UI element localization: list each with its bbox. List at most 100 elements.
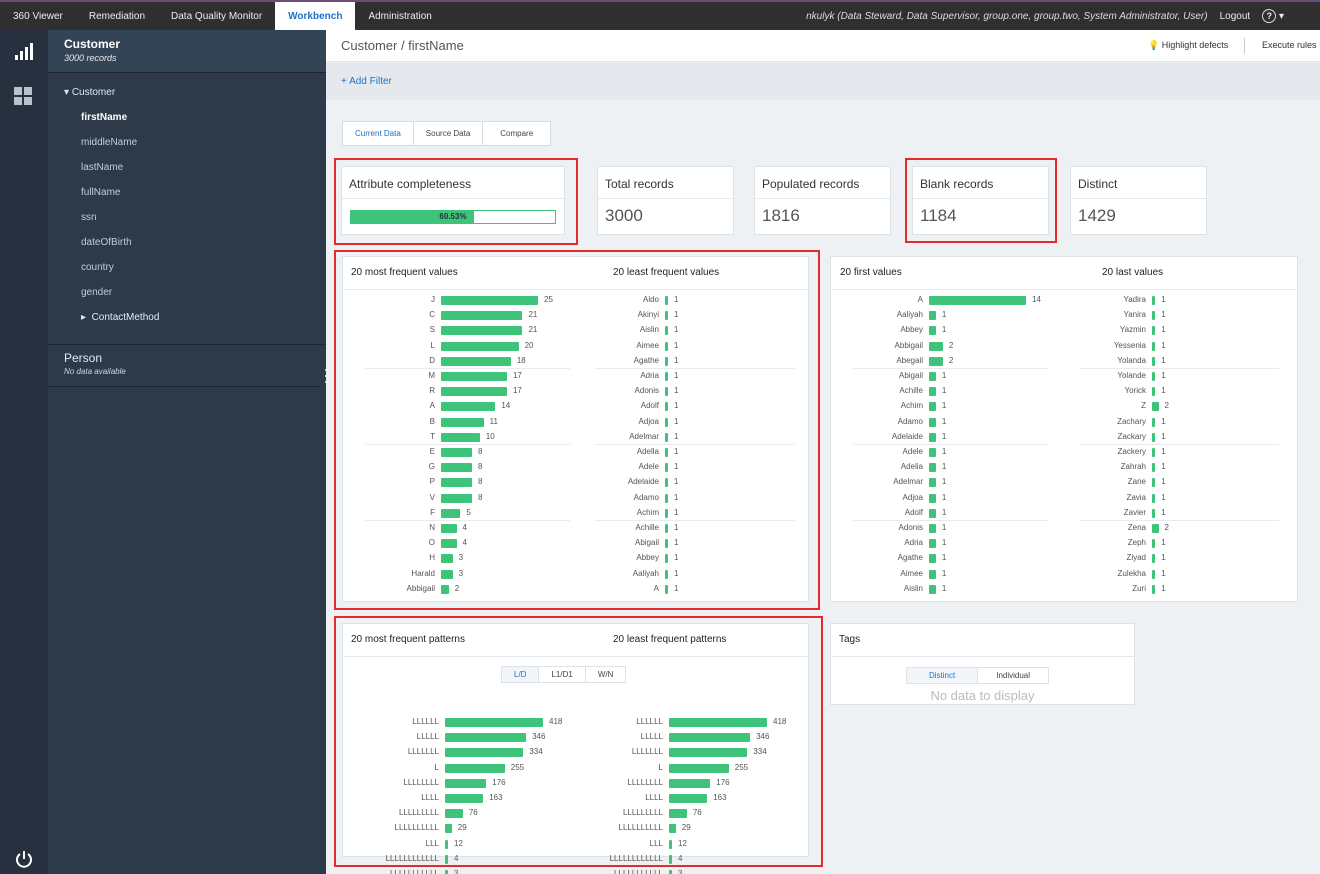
item-label: Agathe xyxy=(897,553,923,563)
list-item[interactable]: LLLLLLLLLLL 3 xyxy=(563,867,682,874)
item-label: Aaliyah xyxy=(896,310,923,320)
item-count: 1 xyxy=(1161,416,1166,426)
list-item[interactable]: Zackery 1 xyxy=(1071,445,1166,460)
execute-rules-button[interactable]: Execute rules xyxy=(1262,40,1317,50)
list-item[interactable]: Adolf 1 xyxy=(831,506,946,521)
tree-item-ssn[interactable]: ssn xyxy=(48,210,326,235)
list-item[interactable]: Zeph 1 xyxy=(1071,536,1166,551)
tree-root-customer[interactable]: ▾ Customer xyxy=(48,85,326,110)
list-item[interactable]: Adelmar 1 xyxy=(831,475,946,490)
tree-item-gender[interactable]: gender xyxy=(48,285,326,310)
list-item[interactable]: Abbigail 2 xyxy=(831,339,953,354)
item-label: Aimee xyxy=(900,568,923,578)
tree-item-lastname[interactable]: lastName xyxy=(48,160,326,185)
nav-workbench[interactable]: Workbench xyxy=(275,2,356,30)
breadcrumb: Customer / firstName xyxy=(341,38,464,53)
add-filter-button[interactable]: + Add Filter xyxy=(341,76,392,87)
chart-icon[interactable] xyxy=(14,42,34,62)
item-count: 3 xyxy=(678,869,683,874)
item-count: 1 xyxy=(1161,568,1166,578)
list-item[interactable]: Adonis 1 xyxy=(831,521,946,536)
entity-header[interactable]: Customer 3000 records xyxy=(48,30,326,73)
list-item[interactable]: Adamo 1 xyxy=(831,415,946,430)
list-item[interactable]: Adria 1 xyxy=(831,536,946,551)
highlight-defects-button[interactable]: 💡 Highlight defects xyxy=(1148,40,1228,51)
top-navigation-bar: 360 Viewer Remediation Data Quality Moni… xyxy=(0,0,1320,30)
item-count: 1 xyxy=(941,568,947,578)
list-item[interactable]: Yolanda 1 xyxy=(1071,354,1166,369)
list-item[interactable]: Adelia 1 xyxy=(831,460,946,475)
item-count: 1 xyxy=(941,492,947,502)
item-label: Adamo xyxy=(897,416,923,426)
tab-current-data[interactable]: Current Data xyxy=(343,122,414,145)
logout-link[interactable]: Logout xyxy=(1220,11,1251,22)
list-item[interactable]: Yolande 1 xyxy=(1071,369,1166,384)
list-item[interactable]: Aislin 1 xyxy=(831,582,946,597)
list-item[interactable]: Zackary 1 xyxy=(1071,430,1166,445)
list-item[interactable]: LLLLLLLLLLL 3 xyxy=(343,867,458,874)
item-bar xyxy=(1152,311,1156,321)
list-item[interactable]: Achille 1 xyxy=(831,384,946,399)
item-count: 1 xyxy=(941,553,947,563)
nav-360-viewer[interactable]: 360 Viewer xyxy=(0,2,76,30)
tab-source-data[interactable]: Source Data xyxy=(414,122,484,145)
list-item[interactable]: Aimee 1 xyxy=(831,567,946,582)
item-bar xyxy=(1152,341,1156,351)
list-item[interactable]: Aaliyah 1 xyxy=(831,308,946,323)
list-item[interactable]: Zena 2 xyxy=(1071,521,1169,536)
tab-distinct[interactable]: Distinct xyxy=(907,668,979,683)
tab-individual[interactable]: Individual xyxy=(978,668,1048,683)
tree-item-middlename[interactable]: middleName xyxy=(48,135,326,160)
help-menu[interactable]: ? ▾ xyxy=(1262,9,1284,23)
power-icon[interactable] xyxy=(14,850,34,870)
list-item[interactable]: Abegail 2 xyxy=(831,354,953,369)
item-count: 1 xyxy=(941,583,947,593)
list-item[interactable]: Achim 1 xyxy=(831,399,946,414)
item-bar xyxy=(929,311,936,321)
populated-records-label: Populated records xyxy=(755,167,890,199)
list-item[interactable]: Yorick 1 xyxy=(1071,384,1166,399)
tree-item-firstname[interactable]: firstName xyxy=(48,110,326,135)
list-item[interactable]: Yanira 1 xyxy=(1071,308,1166,323)
list-item[interactable]: Adele 1 xyxy=(831,445,946,460)
list-item[interactable]: Agathe 1 xyxy=(831,551,946,566)
list-item[interactable]: Yessenia 1 xyxy=(1071,339,1166,354)
list-item[interactable]: Yazmin 1 xyxy=(1071,323,1166,338)
item-label: Zahrah xyxy=(1120,462,1146,472)
item-count: 2 xyxy=(948,355,954,365)
list-item[interactable]: Zane 1 xyxy=(1071,475,1166,490)
list-item[interactable]: Z2 xyxy=(1071,399,1169,414)
nav-data-quality-monitor[interactable]: Data Quality Monitor xyxy=(158,2,275,30)
item-count: 1 xyxy=(941,431,947,441)
tags-empty-message: No data to display xyxy=(930,688,1035,703)
list-item[interactable]: Ziyad 1 xyxy=(1071,551,1166,566)
dashboard-icon[interactable] xyxy=(14,87,32,105)
list-item[interactable]: Zavier 1 xyxy=(1071,506,1166,521)
list-item[interactable]: Zavia 1 xyxy=(1071,491,1166,506)
populated-records-value: 1816 xyxy=(762,206,800,225)
list-item[interactable]: Zulekha 1 xyxy=(1071,567,1166,582)
list-item[interactable]: Abbey 1 xyxy=(831,323,946,338)
tree-item-dateofbirth[interactable]: dateOfBirth xyxy=(48,235,326,260)
list-item[interactable]: Adjoa 1 xyxy=(831,491,946,506)
tree-item-fullname[interactable]: fullName xyxy=(48,185,326,210)
tab-compare[interactable]: Compare xyxy=(483,122,550,145)
tree-group-contactmethod[interactable]: ▸ ContactMethod xyxy=(48,310,326,335)
list-item[interactable]: Yadira 1 xyxy=(1071,293,1166,308)
item-label: Adele xyxy=(902,447,923,456)
item-count: 1 xyxy=(1161,310,1166,320)
item-bar xyxy=(929,432,936,442)
item-count: 1 xyxy=(941,477,947,487)
list-item[interactable]: A 14 xyxy=(831,293,1041,308)
list-item[interactable]: Adelaide 1 xyxy=(831,430,946,445)
nav-remediation[interactable]: Remediation xyxy=(76,2,158,30)
item-bar xyxy=(929,569,936,579)
list-item[interactable]: Zachary 1 xyxy=(1071,415,1166,430)
entity-person[interactable]: Person No data available xyxy=(48,344,326,387)
nav-administration[interactable]: Administration xyxy=(355,2,444,30)
list-item[interactable]: Zahrah 1 xyxy=(1071,460,1166,475)
list-item[interactable]: Zuri 1 xyxy=(1071,582,1166,597)
tree-item-country[interactable]: country xyxy=(48,260,326,285)
list-item[interactable]: Abigail 1 xyxy=(831,369,946,384)
item-bar xyxy=(1152,524,1159,533)
